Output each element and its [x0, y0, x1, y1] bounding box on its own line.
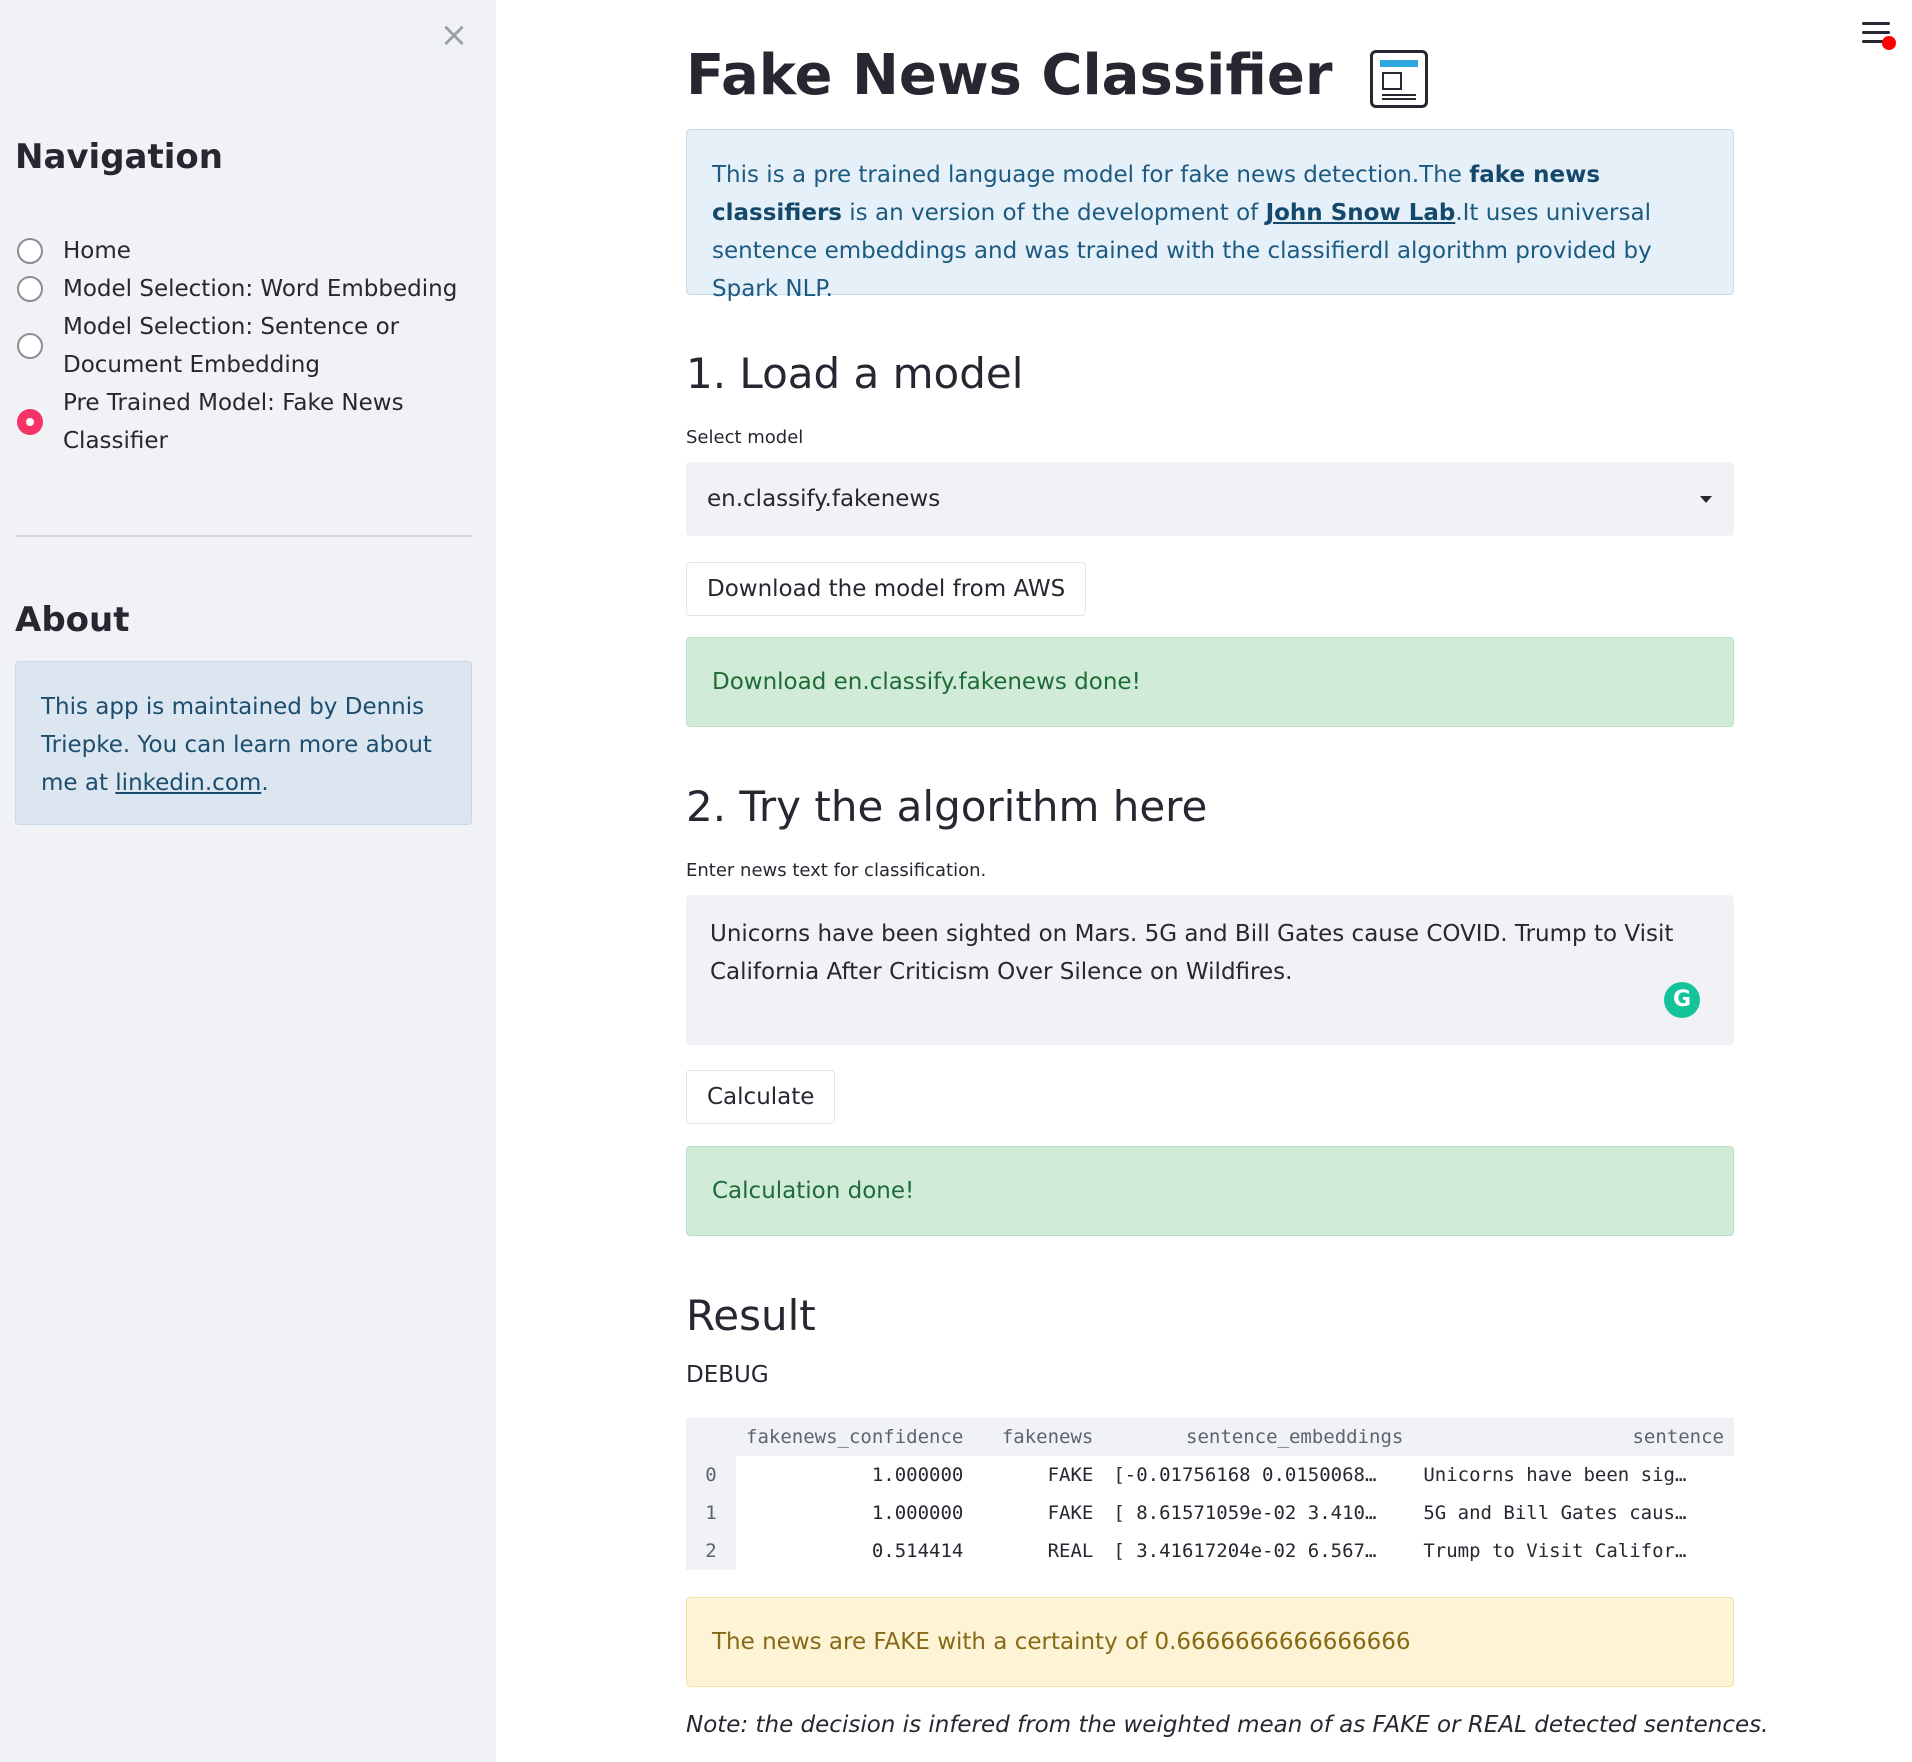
cell-confidence: 0.514414 [871, 1540, 964, 1562]
radio-selected-icon[interactable] [17, 409, 43, 435]
nav-option-label: Model Selection: Sentence or [63, 314, 400, 340]
debug-label: DEBUG [686, 1362, 769, 1388]
nav-option-label: Model Selection: Word Embbeding [63, 276, 458, 302]
news-text-input[interactable]: Unicorns have been sighted on Mars. 5G a… [686, 895, 1734, 1045]
result-heading: Result [686, 1291, 816, 1340]
table-row: 0 1.000000 FAKE [-0.01756168 0.0150068… … [686, 1456, 1734, 1494]
nav-option-label: Pre Trained Model: Fake News [63, 390, 404, 416]
newspaper-icon [1369, 49, 1428, 108]
table-header-index [686, 1418, 736, 1456]
page-title: Fake News Classifier [686, 40, 1428, 112]
cell-confidence: 1.000000 [871, 1464, 964, 1486]
row-index: 0 [686, 1456, 736, 1494]
navigation-heading: Navigation [15, 137, 223, 177]
cell-embeddings: [ 3.41617204e-02 6.567… [1113, 1540, 1377, 1562]
download-success-alert: Download en.classify.fakenews done! [686, 637, 1734, 727]
info-text: is an version of the development of [841, 200, 1266, 226]
john-snow-lab-link[interactable]: John Snow Lab [1266, 200, 1456, 226]
row-index: 2 [686, 1532, 736, 1570]
radio-icon[interactable] [17, 333, 43, 359]
row-index: 1 [686, 1494, 736, 1532]
decision-note: Note: the decision is infered from the w… [686, 1712, 1769, 1738]
notification-dot-icon [1882, 36, 1896, 50]
table-row: 1 1.000000 FAKE [ 8.61571059e-02 3.410… … [686, 1494, 1734, 1532]
grammarly-icon[interactable]: G [1664, 982, 1700, 1018]
model-select-dropdown[interactable]: en.classify.fakenews [686, 462, 1734, 536]
nav-option-label: Document Embedding [63, 352, 320, 378]
table-header-fakenews[interactable]: fakenews [973, 1418, 1104, 1456]
linkedin-link[interactable]: linkedin.com [115, 770, 261, 796]
select-model-label: Select model [686, 427, 804, 448]
table-header-confidence[interactable]: fakenews_confidence [736, 1418, 974, 1456]
sidebar-divider [15, 535, 472, 537]
table-header-embeddings[interactable]: sentence_embeddings [1103, 1418, 1414, 1456]
table-row: 2 0.514414 REAL [ 3.41617204e-02 6.567… … [686, 1532, 1734, 1570]
sidebar: × Navigation Home Model Selection: Word … [0, 0, 496, 1762]
about-text-end: . [261, 770, 269, 796]
cell-embeddings: [-0.01756168 0.0150068… [1113, 1464, 1377, 1486]
nav-option-label: Classifier [63, 428, 168, 454]
cell-sentence: Unicorns have been sig… [1423, 1464, 1687, 1486]
section-load-model-heading: 1. Load a model [686, 349, 1024, 398]
model-select-value: en.classify.fakenews [707, 486, 941, 512]
close-sidebar-icon[interactable]: × [438, 16, 470, 54]
result-warning-alert: The news are FAKE with a certainty of 0.… [686, 1597, 1734, 1687]
cell-confidence: 1.000000 [871, 1502, 964, 1524]
info-text: This is a pre trained language model for… [712, 162, 1470, 188]
textarea-label: Enter news text for classification. [686, 860, 987, 881]
cell-fakenews: REAL [1047, 1540, 1094, 1562]
section-try-algorithm-heading: 2. Try the algorithm here [686, 782, 1208, 831]
navigation-radio-group: Home Model Selection: Word Embbeding Mod… [15, 232, 475, 460]
nav-option-sentence-embedding[interactable]: Model Selection: Sentence or Document Em… [15, 308, 475, 384]
result-dataframe[interactable]: fakenews_confidence fakenews sentence_em… [686, 1418, 1734, 1570]
cell-sentence: Trump to Visit Califor… [1423, 1540, 1687, 1562]
cell-fakenews: FAKE [1047, 1502, 1094, 1524]
cell-embeddings: [ 8.61571059e-02 3.410… [1113, 1502, 1377, 1524]
calculate-button[interactable]: Calculate [686, 1070, 836, 1124]
table-header-row: fakenews_confidence fakenews sentence_em… [686, 1418, 1734, 1456]
cell-sentence: 5G and Bill Gates caus… [1423, 1502, 1687, 1524]
table-header-sentence[interactable]: sentence [1413, 1418, 1734, 1456]
page-title-text: Fake News Classifier [686, 43, 1333, 108]
hamburger-menu-icon[interactable] [1862, 22, 1896, 50]
download-model-button[interactable]: Download the model from AWS [686, 562, 1087, 616]
calculation-success-alert: Calculation done! [686, 1146, 1734, 1236]
radio-icon[interactable] [17, 238, 43, 264]
nav-option-fake-news-classifier[interactable]: Pre Trained Model: Fake News Classifier [15, 384, 475, 460]
radio-icon[interactable] [17, 276, 43, 302]
chevron-down-icon [1700, 496, 1712, 503]
description-info-box: This is a pre trained language model for… [686, 129, 1734, 302]
cell-fakenews: FAKE [1047, 1464, 1094, 1486]
about-heading: About [15, 600, 130, 640]
about-info-box: This app is maintained by Dennis Triepke… [15, 661, 472, 825]
news-text-value: Unicorns have been sighted on Mars. 5G a… [710, 921, 1674, 985]
nav-option-label: Home [63, 238, 131, 264]
nav-option-word-embedding[interactable]: Model Selection: Word Embbeding [15, 270, 475, 308]
nav-option-home[interactable]: Home [15, 232, 475, 270]
